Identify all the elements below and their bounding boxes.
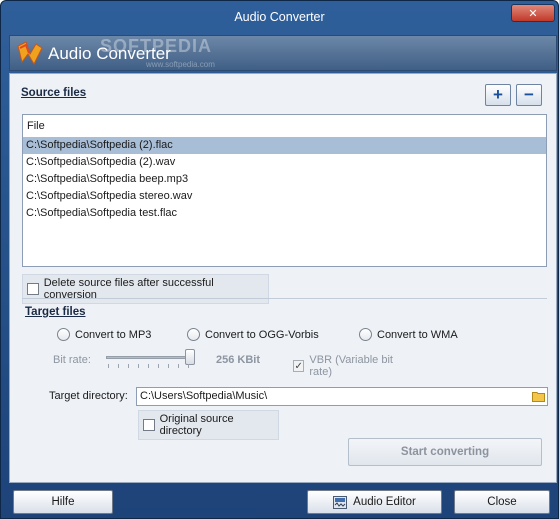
watermark: SOFTPEDIA	[100, 36, 213, 56]
app-banner: Audio Converter SOFTPEDIA www.softpedia.…	[9, 35, 557, 71]
list-item[interactable]: C:\Softpedia\Softpedia test.flac	[23, 205, 546, 222]
bitrate-value: 256 KBit	[216, 354, 261, 366]
close-label: Close	[487, 496, 517, 508]
slider-tick	[108, 364, 109, 368]
list-item[interactable]: C:\Softpedia\Softpedia beep.mp3	[23, 171, 546, 188]
delete-source-checkbox[interactable]	[27, 283, 39, 295]
vbr-checkbox-row[interactable]: ✓ VBR (Variable bit rate)	[288, 351, 417, 381]
original-directory-checkbox[interactable]	[143, 419, 155, 431]
section-divider	[22, 298, 547, 299]
slider-tick	[158, 364, 159, 368]
target-files-heading: Target files	[25, 306, 86, 318]
folder-icon[interactable]	[532, 390, 545, 402]
add-file-button[interactable]: +	[485, 84, 511, 106]
format-ogg-label: Convert to OGG-Vorbis	[205, 328, 319, 341]
original-directory-label: Original source directory	[159, 413, 234, 437]
source-files-heading: Source files	[21, 87, 87, 99]
target-directory-input[interactable]: C:\Users\Softpedia\Music\	[136, 387, 548, 406]
audio-editor-button[interactable]: Audio Editor	[307, 490, 442, 514]
slider-tick	[138, 364, 139, 368]
radio-button[interactable]	[359, 328, 372, 341]
target-directory-label: Target directory:	[49, 390, 128, 402]
source-file-list[interactable]: File C:\Softpedia\Softpedia (2).flac C:\…	[22, 114, 547, 267]
list-column-header[interactable]: File	[23, 115, 546, 137]
start-converting-button[interactable]: Start converting	[348, 438, 542, 466]
list-item[interactable]: C:\Softpedia\Softpedia (2).flac	[23, 137, 546, 154]
plus-icon: +	[493, 85, 503, 104]
slider-tick	[128, 364, 129, 368]
bitrate-label: Bit rate:	[53, 354, 91, 366]
format-mp3-label: Convert to MP3	[75, 328, 152, 341]
app-logo-icon	[17, 41, 43, 66]
main-panel: Source files + − File C:\Softpedia\Softp…	[9, 73, 557, 483]
slider-tick	[188, 364, 189, 368]
slider-tick	[148, 364, 149, 368]
bitrate-slider-thumb[interactable]	[185, 349, 195, 365]
delete-source-checkbox-row[interactable]: Delete source files after successful con…	[22, 274, 269, 304]
minus-icon: −	[524, 85, 534, 104]
window-title: Audio Converter	[234, 10, 325, 24]
list-item[interactable]: C:\Softpedia\Softpedia (2).wav	[23, 154, 546, 171]
app-window: Audio Converter ✕ Audio Converter SOFTPE…	[0, 0, 559, 519]
close-button[interactable]: Close	[454, 490, 550, 514]
radio-button[interactable]	[57, 328, 70, 341]
slider-tick	[118, 364, 119, 368]
vbr-checkbox[interactable]: ✓	[293, 360, 305, 372]
list-item[interactable]: C:\Softpedia\Softpedia stereo.wav	[23, 188, 546, 205]
audio-editor-label: Audio Editor	[353, 496, 416, 508]
help-label: Hilfe	[51, 496, 75, 508]
help-button[interactable]: Hilfe	[13, 490, 113, 514]
window-close-button[interactable]: ✕	[511, 4, 555, 22]
format-ogg-radio[interactable]: Convert to OGG-Vorbis	[187, 328, 319, 341]
radio-button[interactable]	[187, 328, 200, 341]
audio-editor-icon	[333, 495, 348, 509]
slider-tick	[178, 364, 179, 368]
target-directory-value: C:\Users\Softpedia\Music\	[140, 390, 268, 402]
format-mp3-radio[interactable]: Convert to MP3	[57, 328, 151, 341]
vbr-label: VBR (Variable bit rate)	[309, 354, 393, 378]
format-wma-label: Convert to WMA	[377, 328, 458, 341]
title-bar[interactable]: Audio Converter ✕	[1, 1, 558, 35]
original-directory-checkbox-row[interactable]: Original source directory	[138, 410, 279, 440]
slider-tick	[168, 364, 169, 368]
watermark-url: www.softpedia.com	[146, 60, 215, 69]
remove-file-button[interactable]: −	[516, 84, 542, 106]
format-wma-radio[interactable]: Convert to WMA	[359, 328, 458, 341]
bitrate-slider-track[interactable]	[106, 356, 192, 359]
